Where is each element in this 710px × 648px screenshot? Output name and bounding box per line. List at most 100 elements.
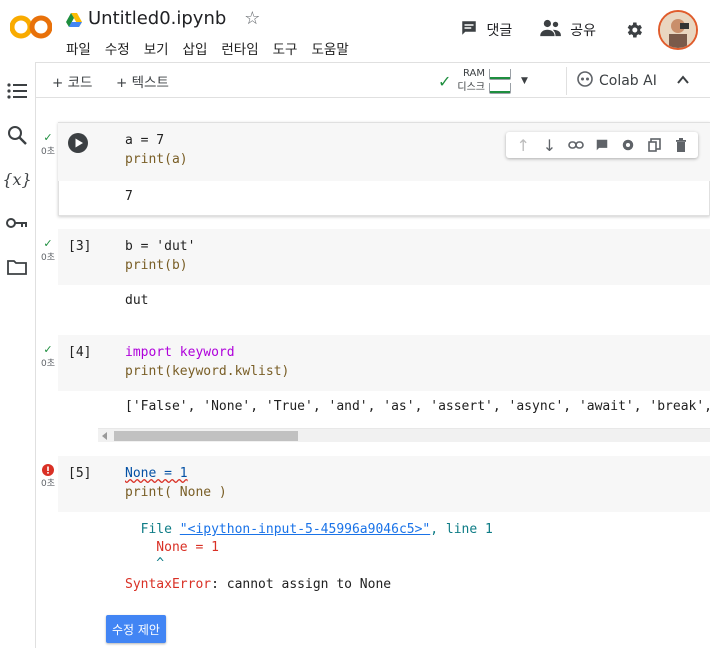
search-icon[interactable] [4, 122, 30, 148]
output-text: dut [125, 293, 149, 308]
success-check-icon: ✓ [43, 237, 53, 250]
traceback-suffix: , line 1 [430, 522, 493, 537]
notebook-toolbar: + 코드 + 텍스트 ✓ RAM 디스크 ▼ Colab AI [36, 62, 710, 98]
output-horizontal-scrollbar[interactable] [98, 428, 710, 442]
move-up-icon[interactable]: ↑ [514, 136, 532, 155]
code-line: print( None ) [125, 485, 227, 500]
code-text: None = 1 [125, 466, 188, 481]
menu-bar: 파일 수정 보기 삽입 런타임 도구 도움말 [66, 38, 349, 58]
success-check-icon: ✓ [43, 131, 53, 144]
left-sidebar: {x} [0, 62, 36, 648]
menu-insert[interactable]: 삽입 [183, 38, 208, 58]
people-icon [540, 19, 562, 41]
cell-exec-time: 0초 [40, 479, 55, 489]
code-line: print(a) [125, 152, 188, 167]
resource-indicator[interactable]: ✓ RAM 디스크 ▼ [438, 65, 558, 97]
disk-label: 디스크 [457, 82, 486, 93]
code-line: None = 1 [125, 466, 188, 481]
code-cell-3[interactable]: [4] import keyword print(keyword.kwlist) [58, 335, 710, 391]
disk-usage-bar [489, 82, 512, 94]
comments-button[interactable]: 댓글 [460, 19, 512, 41]
colab-logo[interactable] [9, 14, 53, 40]
cell-settings-gear-icon[interactable] [619, 136, 637, 154]
comment-icon [460, 19, 478, 41]
cell-toolbar: ↑ ↓ [506, 132, 698, 158]
ram-usage-bar [489, 68, 512, 80]
traceback-file-line: File "<ipython-input-5-45996a9046c5>", l… [125, 522, 493, 537]
cell-status: 0초 [38, 464, 58, 489]
scroll-left-arrow-icon[interactable] [102, 432, 107, 440]
colab-ai-label: Colab AI [599, 73, 657, 89]
check-icon: ✓ [438, 71, 452, 91]
output-cell-2: dut [58, 285, 710, 325]
add-text-button[interactable]: + 텍스트 [116, 71, 169, 91]
error-message-line: SyntaxError: cannot assign to None [125, 577, 391, 592]
star-icon[interactable]: ☆ [244, 8, 260, 29]
google-drive-icon [66, 12, 82, 27]
share-button[interactable]: 공유 [540, 19, 596, 41]
code-cell-4[interactable]: [5] None = 1 print( None ) [58, 456, 710, 512]
secrets-key-icon[interactable] [4, 210, 30, 236]
code-line: a = 7 [125, 133, 164, 148]
output-text: ['False', 'None', 'True', 'and', 'as', '… [125, 399, 710, 414]
colab-ai-icon [577, 71, 593, 91]
output-text: 7 [125, 189, 133, 204]
share-label: 공유 [570, 23, 596, 39]
code-line: import keyword [125, 345, 235, 360]
code-cell-2[interactable]: [3] b = 'dut' print(b) [58, 229, 710, 285]
table-of-contents-icon[interactable] [4, 78, 30, 104]
ram-label: RAM [463, 68, 486, 79]
success-check-icon: ✓ [43, 343, 53, 356]
notebook-area: ✓ 0초 a = 7 print(a) ↑ ↓ 7 ✓ 0초 [3] b = '… [36, 98, 710, 648]
comment-cell-icon[interactable] [593, 136, 611, 154]
comments-label: 댓글 [486, 23, 513, 39]
mirror-cell-icon[interactable] [646, 136, 664, 154]
cell-exec-time: 0초 [40, 253, 55, 263]
menu-tools[interactable]: 도구 [273, 38, 298, 58]
cell-exec-time: 0초 [40, 147, 55, 157]
menu-file[interactable]: 파일 [66, 38, 91, 58]
code-line: print(keyword.kwlist) [125, 364, 289, 379]
suggest-fix-button[interactable]: 수정 제안 [106, 615, 166, 643]
code-text: import keyword [125, 345, 235, 360]
cell-status: ✓ 0초 [38, 237, 58, 264]
variables-icon[interactable]: {x} [2, 166, 31, 192]
code-text: print(keyword.kwlist) [125, 364, 290, 379]
output-cell-1: 7 [58, 181, 710, 215]
execution-count: [3] [68, 239, 92, 254]
link-icon[interactable] [567, 136, 585, 154]
notebook-title[interactable]: Untitled0.ipynb [88, 8, 226, 29]
dropdown-arrow-icon[interactable]: ▼ [521, 76, 528, 86]
colab-ai-button[interactable]: Colab AI [566, 67, 657, 95]
error-icon [38, 464, 58, 476]
run-cell-button[interactable] [68, 133, 88, 157]
error-type: SyntaxError [125, 577, 212, 592]
menu-view[interactable]: 보기 [144, 38, 169, 58]
code-cell-1[interactable]: a = 7 print(a) ↑ ↓ [58, 123, 710, 181]
cell-status: ✓ 0초 [38, 131, 58, 158]
code-line: print(b) [125, 258, 188, 273]
menu-runtime[interactable]: 런타임 [221, 38, 258, 58]
menu-edit[interactable]: 수정 [105, 38, 130, 58]
traceback-prefix: File [125, 522, 180, 537]
add-code-button[interactable]: + 코드 [52, 71, 92, 91]
menu-help[interactable]: 도움말 [311, 38, 348, 58]
execution-count: [4] [68, 345, 92, 360]
code-text: b = 'dut' [125, 239, 196, 254]
traceback-caret: ^ [125, 556, 165, 571]
delete-trash-icon[interactable] [672, 136, 690, 154]
code-text: print(b) [125, 258, 188, 273]
traceback-file-link[interactable]: "<ipython-input-5-45996a9046c5>" [180, 522, 430, 537]
gear-icon[interactable] [624, 20, 644, 40]
code-text: print(a) [125, 152, 188, 167]
user-avatar[interactable] [658, 10, 698, 50]
error-message: : cannot assign to None [211, 577, 392, 592]
traceback-code-echo: None = 1 [125, 540, 219, 555]
files-folder-icon[interactable] [4, 254, 30, 280]
move-down-icon[interactable]: ↓ [540, 136, 558, 155]
scroll-thumb[interactable] [114, 431, 298, 441]
execution-count: [5] [68, 466, 92, 481]
cell-exec-time: 0초 [40, 359, 55, 369]
code-line: b = 'dut' [125, 239, 195, 254]
collapse-icon[interactable] [676, 72, 690, 91]
